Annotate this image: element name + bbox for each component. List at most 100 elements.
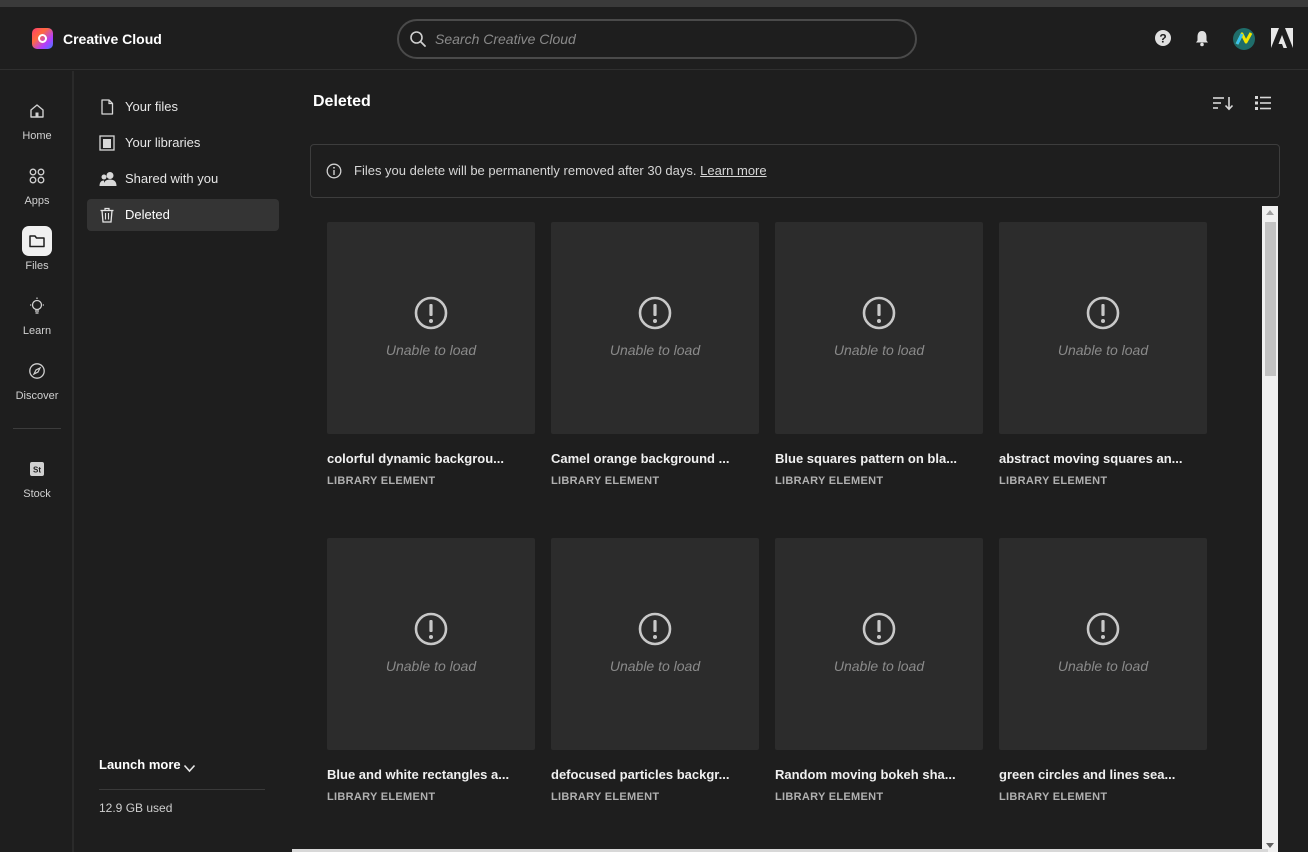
- card-type: LIBRARY ELEMENT: [327, 475, 436, 487]
- compass-icon: [22, 356, 52, 386]
- rail-divider: [13, 428, 61, 429]
- card-name: Blue squares pattern on bla...: [775, 451, 958, 466]
- libraries-icon: [99, 135, 115, 151]
- page-title: Deleted: [313, 93, 371, 110]
- info-banner: Files you delete will be permanently rem…: [310, 144, 1280, 198]
- sidebar-item-your-libraries[interactable]: Your libraries: [87, 127, 279, 159]
- alert-icon: [638, 296, 672, 330]
- file-card[interactable]: Unable to load Blue and white rectangles…: [327, 538, 535, 814]
- load-error-text: Unable to load: [833, 658, 925, 674]
- help-icon[interactable]: ?: [1154, 29, 1172, 52]
- alert-icon: [414, 296, 448, 330]
- home-icon: [22, 96, 52, 126]
- app-title: Creative Cloud: [63, 31, 162, 47]
- scrollbar-thumb[interactable]: [1265, 222, 1276, 376]
- load-error-text: Unable to load: [385, 658, 477, 674]
- scroll-up-arrow-icon[interactable]: [1266, 210, 1274, 215]
- svg-text:?: ?: [1159, 32, 1166, 46]
- card-thumbnail[interactable]: Unable to load: [999, 222, 1207, 434]
- creative-cloud-logo-icon[interactable]: [32, 28, 53, 49]
- card-name: Camel orange background ...: [551, 451, 730, 466]
- alert-icon: [414, 612, 448, 646]
- alert-icon: [862, 296, 896, 330]
- sidebar-item-shared-with-you[interactable]: Shared with you: [87, 163, 279, 195]
- file-card[interactable]: Unable to load colorful dynamic backgrou…: [327, 222, 535, 498]
- card-name: defocused particles backgr...: [551, 767, 730, 782]
- sidebar-item-label: Deleted: [125, 207, 170, 222]
- deleted-files-grid: Unable to load colorful dynamic backgrou…: [294, 204, 1260, 852]
- card-type: LIBRARY ELEMENT: [775, 475, 884, 487]
- card-thumbnail[interactable]: Unable to load: [775, 538, 983, 750]
- rail-item-files[interactable]: Files: [0, 226, 74, 286]
- card-type: LIBRARY ELEMENT: [775, 791, 884, 803]
- adobe-logo-icon[interactable]: [1271, 28, 1293, 53]
- file-card[interactable]: Unable to load defocused particles backg…: [551, 538, 759, 814]
- launch-more-button[interactable]: Launch more: [99, 757, 181, 772]
- storage-usage: 12.9 GB used: [99, 801, 173, 815]
- card-type: LIBRARY ELEMENT: [551, 475, 660, 487]
- bell-icon[interactable]: [1193, 29, 1211, 52]
- file-icon: [101, 99, 114, 115]
- alert-icon: [638, 612, 672, 646]
- vertical-scrollbar[interactable]: [1262, 206, 1278, 852]
- load-error-text: Unable to load: [1057, 658, 1149, 674]
- rail-item-discover[interactable]: Discover: [0, 356, 74, 416]
- apps-grid-icon: [22, 161, 52, 191]
- rail-label-learn: Learn: [22, 325, 52, 337]
- card-thumbnail[interactable]: Unable to load: [327, 222, 535, 434]
- sidebar-item-your-files[interactable]: Your files: [87, 91, 279, 123]
- chevron-down-icon[interactable]: [183, 760, 196, 778]
- card-thumbnail[interactable]: Unable to load: [327, 538, 535, 750]
- rail-item-home[interactable]: Home: [0, 96, 74, 156]
- file-card[interactable]: Unable to load green circles and lines s…: [999, 538, 1207, 814]
- files-sidebar: Your files Your libraries Shared with yo…: [76, 71, 294, 852]
- card-name: Random moving bokeh sha...: [775, 767, 956, 782]
- load-error-text: Unable to load: [1057, 342, 1149, 358]
- sidebar-item-label: Your files: [125, 99, 178, 114]
- stock-icon: St: [22, 454, 52, 484]
- card-name: colorful dynamic backgrou...: [327, 451, 504, 466]
- load-error-text: Unable to load: [385, 342, 477, 358]
- rail-label-apps: Apps: [24, 195, 50, 207]
- card-type: LIBRARY ELEMENT: [999, 791, 1108, 803]
- card-type: LIBRARY ELEMENT: [327, 791, 436, 803]
- sort-icon[interactable]: [1212, 95, 1234, 116]
- folder-icon: [22, 226, 52, 256]
- scroll-down-arrow-icon[interactable]: [1266, 843, 1274, 848]
- search-icon: [409, 30, 427, 53]
- file-card[interactable]: Unable to load Camel orange background .…: [551, 222, 759, 498]
- card-thumbnail[interactable]: Unable to load: [551, 538, 759, 750]
- alert-icon: [1086, 296, 1120, 330]
- rail-item-stock[interactable]: St Stock: [0, 454, 74, 514]
- rail-label-stock: Stock: [23, 488, 51, 500]
- card-name: green circles and lines sea...: [999, 767, 1176, 782]
- trash-icon: [100, 207, 114, 223]
- main-content: Deleted Files you delete will be permane…: [294, 71, 1308, 852]
- svg-text:St: St: [33, 466, 41, 475]
- load-error-text: Unable to load: [609, 658, 701, 674]
- people-icon: [99, 172, 117, 186]
- file-card[interactable]: Unable to load Random moving bokeh sha..…: [775, 538, 983, 814]
- avatar[interactable]: [1233, 28, 1255, 50]
- sidebar-item-label: Shared with you: [125, 171, 219, 186]
- rail-label-discover: Discover: [15, 390, 59, 402]
- file-card[interactable]: Unable to load abstract moving squares a…: [999, 222, 1207, 498]
- list-view-icon[interactable]: [1254, 95, 1272, 116]
- card-thumbnail[interactable]: Unable to load: [775, 222, 983, 434]
- card-thumbnail[interactable]: Unable to load: [999, 538, 1207, 750]
- card-type: LIBRARY ELEMENT: [551, 791, 660, 803]
- left-rail: Home Apps Files Learn Discover St Stock: [0, 71, 74, 852]
- search-bar[interactable]: [397, 19, 917, 59]
- file-card[interactable]: Unable to load Blue squares pattern on b…: [775, 222, 983, 498]
- rail-item-apps[interactable]: Apps: [0, 161, 74, 221]
- card-type: LIBRARY ELEMENT: [999, 475, 1108, 487]
- search-input[interactable]: [435, 29, 895, 49]
- card-name: Blue and white rectangles a...: [327, 767, 510, 782]
- sidebar-item-label: Your libraries: [125, 135, 201, 150]
- sidebar-divider: [99, 789, 265, 790]
- rail-label-home: Home: [22, 130, 52, 142]
- sidebar-item-deleted[interactable]: Deleted: [87, 199, 279, 231]
- card-thumbnail[interactable]: Unable to load: [551, 222, 759, 434]
- rail-item-learn[interactable]: Learn: [0, 291, 74, 351]
- learn-more-link[interactable]: Learn more: [700, 163, 766, 178]
